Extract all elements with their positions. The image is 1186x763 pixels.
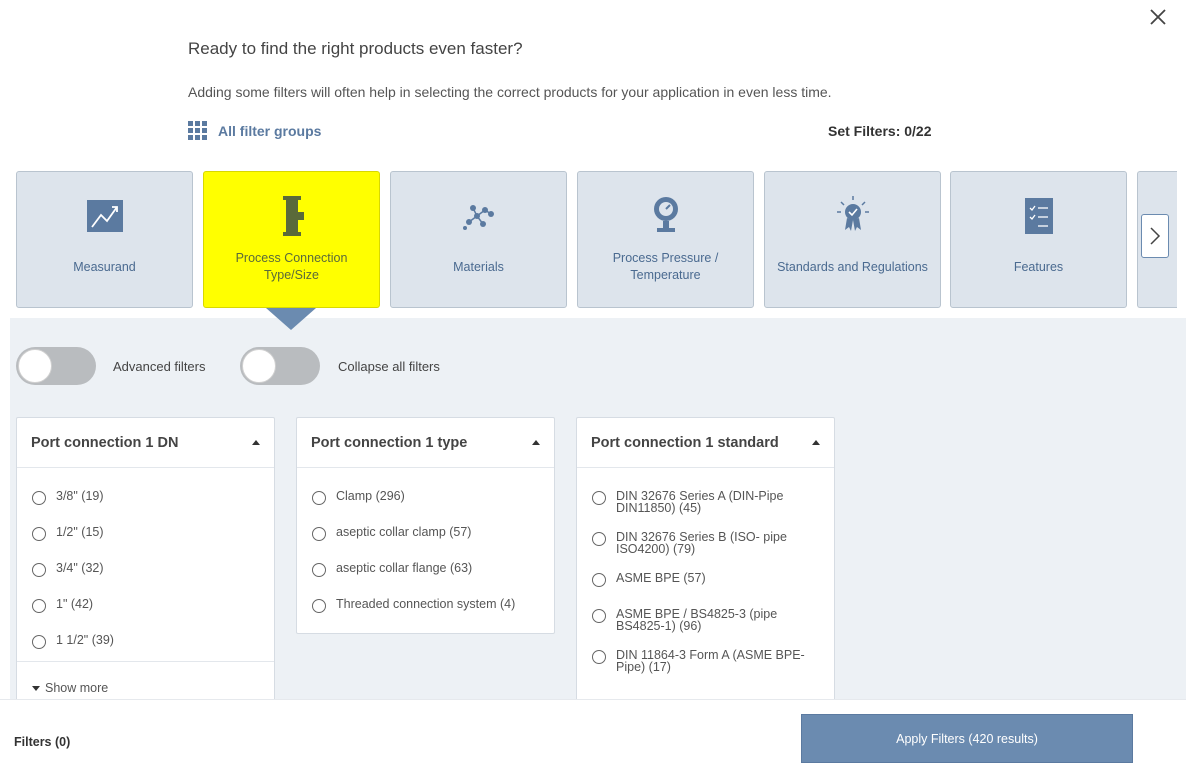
filter-option[interactable]: 1" (42) [32,598,274,613]
category-card-pressure-temperature[interactable]: Process Pressure / Temperature [577,171,754,308]
category-card-standards[interactable]: Standards and Regulations [764,171,941,308]
filter-header-port-standard[interactable]: Port connection 1 standard [577,418,834,468]
radio-button[interactable] [312,563,326,577]
filter-option[interactable]: aseptic collar clamp (57) [312,526,554,541]
filter-option[interactable]: DIN 32676 Series B (ISO- pipe ISO4200) (… [592,531,816,555]
filter-title: Port connection 1 standard [591,434,779,451]
filter-option[interactable]: DIN 11864-3 Form A (ASME BPE-Pipe) (17) [592,649,816,673]
caret-up-icon [532,440,540,445]
advanced-filters-label: Advanced filters [113,359,206,374]
chart-trend-icon [86,200,123,232]
category-card-materials[interactable]: Materials [390,171,567,308]
dialog-title: Ready to find the right products even fa… [188,39,523,58]
filter-option[interactable]: 1/2" (15) [32,526,274,541]
caret-up-icon [252,440,260,445]
filter-option[interactable]: 3/4" (32) [32,562,274,577]
filter-option[interactable]: Clamp (296) [312,490,554,505]
filter-option[interactable]: ASME BPE / BS4825-3 (pipe BS4825-1) (96) [592,608,816,632]
category-card-measurand[interactable]: Measurand [16,171,193,308]
radio-button[interactable] [592,573,606,587]
all-filter-groups-link[interactable]: All filter groups [188,121,321,140]
advanced-filters-toggle[interactable] [16,347,96,385]
filter-dialog: Ready to find the right products even fa… [0,0,1186,763]
radio-button[interactable] [312,527,326,541]
radio-button[interactable] [32,635,46,649]
filter-header-port-dn[interactable]: Port connection 1 DN [17,418,274,468]
radio-button[interactable] [32,491,46,505]
category-label: Materials [453,259,504,274]
filter-title: Port connection 1 DN [31,434,179,451]
molecule-icon [462,205,494,230]
filter-option[interactable]: aseptic collar flange (63) [312,562,554,577]
apply-filters-button[interactable]: Apply Filters (420 results) [801,714,1133,763]
pressure-gauge-icon [653,197,678,232]
filter-box-port-standard: Port connection 1 standard DIN 32676 Ser… [576,417,835,717]
category-label: Features [1013,259,1064,274]
set-filters-count: Set Filters: 0/22 [828,123,932,139]
filter-box-port-type: Port connection 1 type Clamp (296) asept… [296,417,555,634]
close-button[interactable] [1147,6,1169,28]
filters-count: Filters (0) [14,735,71,749]
category-label: Process Pressure / Temperature [612,251,719,282]
certificate-award-icon [836,196,869,231]
active-category-pointer [266,308,316,330]
radio-button[interactable] [312,599,326,613]
category-card-features[interactable]: Features [950,171,1127,308]
process-connection-icon [282,196,304,236]
collapse-filters-label: Collapse all filters [338,359,440,374]
radio-button[interactable] [312,491,326,505]
next-categories-button[interactable] [1141,214,1169,258]
category-card-process-connection[interactable]: Process Connection Type/Size [203,171,380,308]
toggle-knob [242,349,276,383]
radio-button[interactable] [592,532,606,546]
dialog-subtitle: Adding some filters will often help in s… [188,84,832,100]
filter-header-port-type[interactable]: Port connection 1 type [297,418,554,468]
radio-button[interactable] [592,650,606,664]
close-icon [1150,9,1166,25]
category-label: Standards and Regulations [777,259,928,274]
filter-option[interactable]: ASME BPE (57) [592,572,816,587]
filter-option[interactable]: Threaded connection system (4) [312,598,554,613]
filter-title: Port connection 1 type [311,434,468,451]
show-more-button[interactable]: Show more [17,661,274,695]
radio-button[interactable] [592,609,606,623]
chevron-right-icon [1150,227,1161,245]
caret-up-icon [812,440,820,445]
all-filter-groups-label: All filter groups [218,122,322,139]
radio-button[interactable] [32,563,46,577]
toggle-knob [18,349,52,383]
grid-icon [188,121,207,140]
caret-down-icon [32,685,40,691]
checklist-icon [1024,198,1053,234]
radio-button[interactable] [592,491,606,505]
collapse-filters-toggle[interactable] [240,347,320,385]
filter-option[interactable]: 3/8" (19) [32,490,274,505]
radio-button[interactable] [32,599,46,613]
filter-box-port-dn: Port connection 1 DN 3/8" (19) 1/2" (15)… [16,417,275,717]
radio-button[interactable] [32,527,46,541]
filter-option[interactable]: DIN 32676 Series A (DIN-Pipe DIN11850) (… [592,490,816,514]
category-label: Process Connection Type/Size [235,251,348,282]
filter-option[interactable]: 1 1/2" (39) [32,634,274,649]
category-label: Measurand [73,259,136,274]
apply-filters-label: Apply Filters (420 results) [896,731,1038,746]
